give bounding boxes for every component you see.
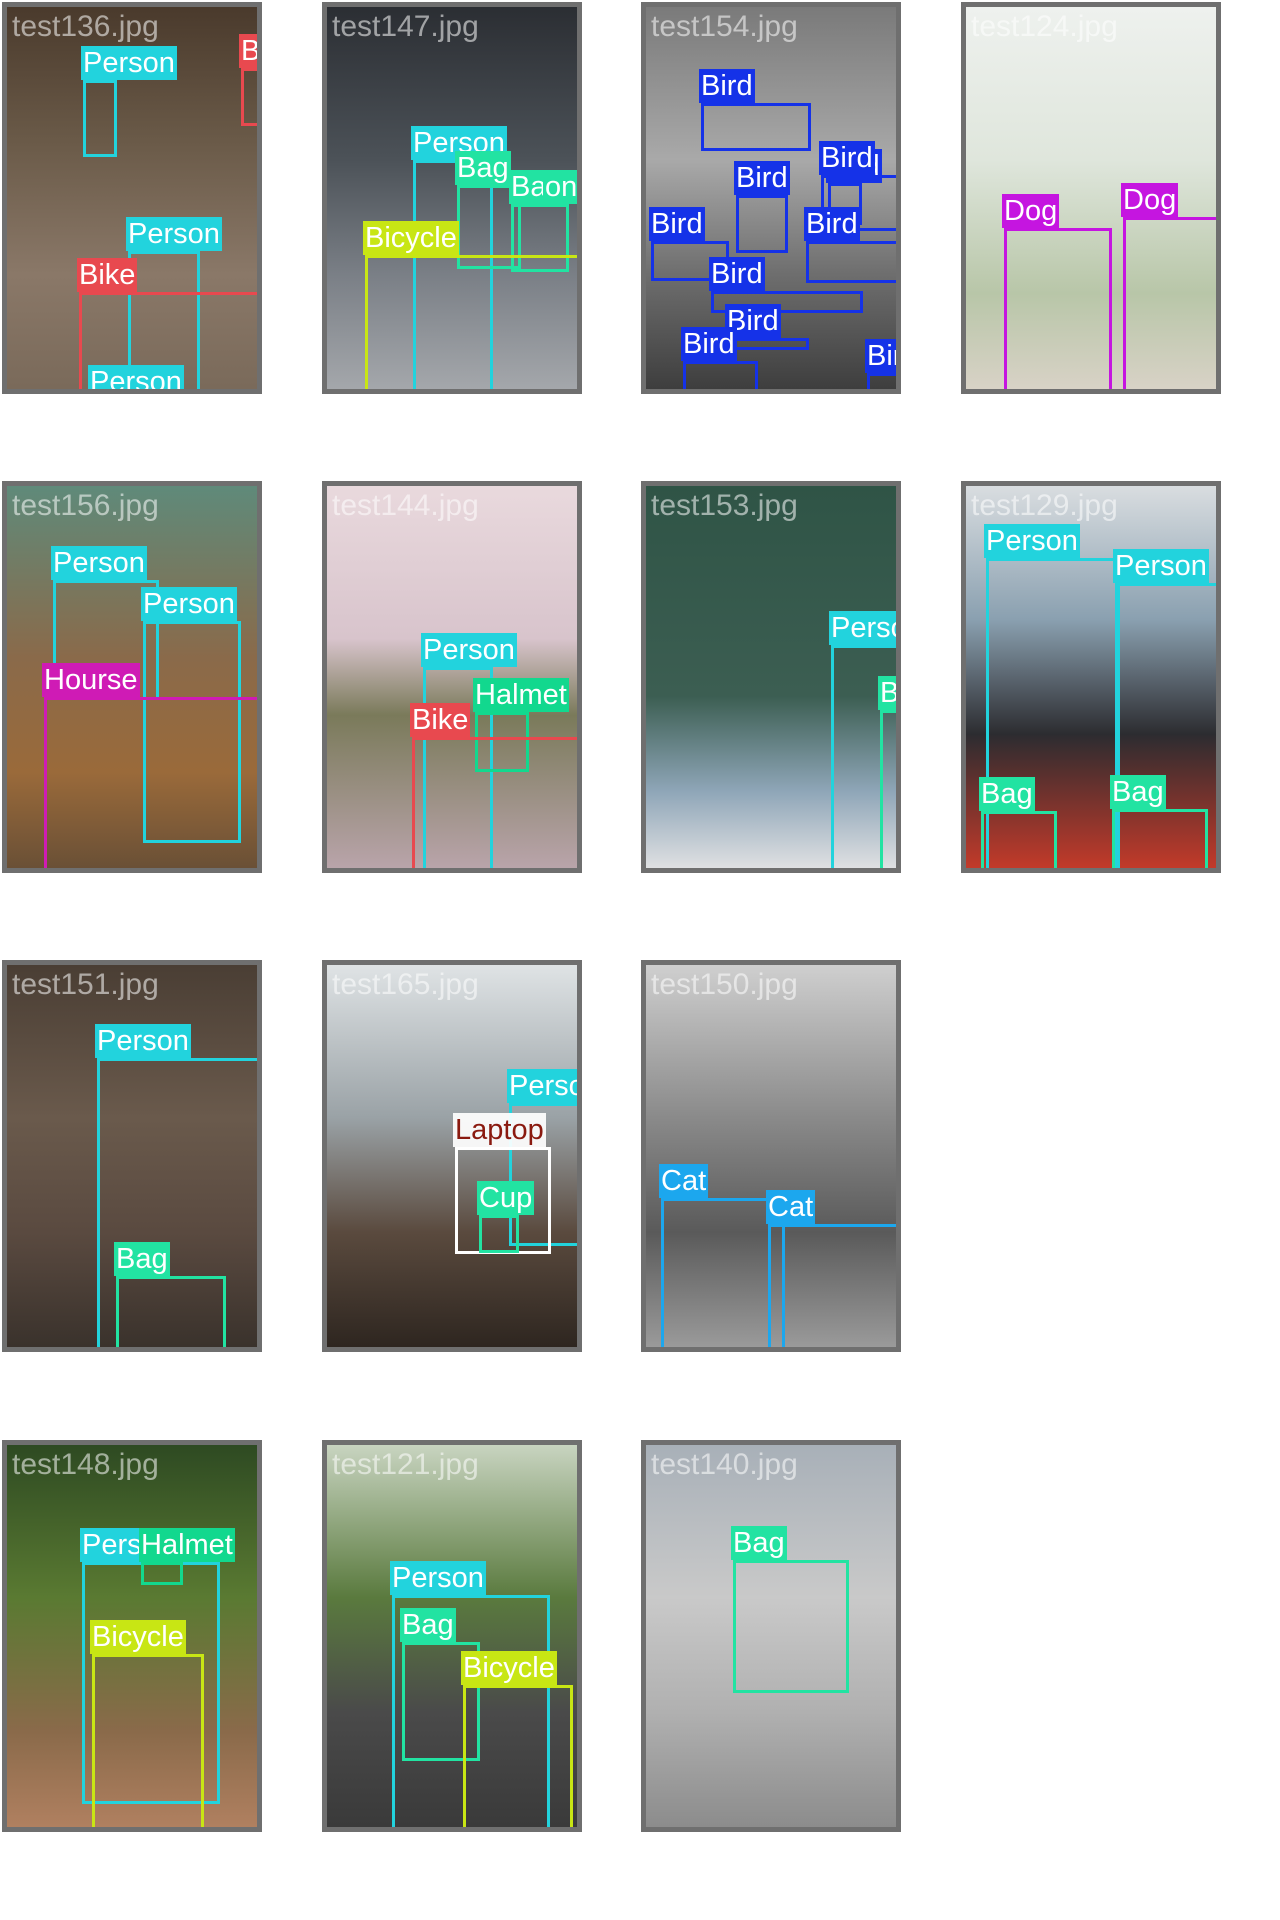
detection-label-halmet: Halmet [139,1528,235,1562]
bounding-box-cat [768,1224,896,1347]
bounding-box-bag [733,1560,849,1693]
detection-label-bird: Bird [804,207,860,241]
result-tile[interactable]: test151.jpg Person Bag [2,960,262,1352]
result-tile[interactable]: test156.jpg Person Person Hourse [2,481,262,873]
filename-label: test148.jpg [12,1448,159,1481]
detection-label-dog: Dog [1002,194,1060,228]
filename-label: test165.jpg [332,968,479,1001]
detection-label-laptop: Laptop [453,1113,546,1147]
bounding-box-bag [116,1276,226,1347]
detection-label-person: Person [829,611,896,645]
bounding-box-person [83,80,117,157]
detection-label-person: Person [421,633,517,667]
bounding-box-bag [1112,809,1208,868]
result-tile[interactable]: test154.jpg Bird Bird Bird Bird Bird Bird Bird B… [641,2,901,394]
bounding-box-bicycle [463,1685,573,1827]
bounding-box-bird [736,195,788,253]
detection-label-person: Person [984,524,1080,558]
bounding-box-bag [880,710,896,868]
detection-label-bike: Bike [239,34,257,68]
filename-label: test156.jpg [12,489,159,522]
filename-label: test129.jpg [971,489,1118,522]
detection-label-person: Person [507,1069,577,1103]
result-tile[interactable]: test129.jpg Person Person Bag Bag [961,481,1221,873]
bounding-box-bird [727,338,809,350]
detection-label-cup: Cup [477,1181,535,1215]
detection-label-bag: Bag [1110,775,1166,809]
detection-label-bag: Bag [878,676,896,710]
result-tile[interactable]: test144.jpg Person Halmet Bike [322,481,582,873]
detection-label-person: Person [95,1024,191,1058]
detection-label-hourse: Hourse [42,663,140,697]
result-tile[interactable]: test165.jpg Person Laptop Cup [322,960,582,1352]
filename-label: test151.jpg [12,968,159,1001]
detection-label-bag: Bag [731,1526,787,1560]
detection-label-bike: Bike [77,258,138,292]
detection-label-bag: Bag [114,1242,170,1276]
filename-label: test140.jpg [651,1448,798,1481]
bounding-box-cup [479,1215,519,1253]
bounding-box-bird [867,373,896,389]
detection-label-bag: Bag [400,1608,456,1642]
bounding-box-dog [1004,228,1112,389]
bounding-box-bird [683,361,758,389]
detection-label-bicycle: Bicycle [90,1620,186,1654]
result-tile[interactable]: test153.jpg Person Bag [641,481,901,873]
bounding-box-bag [981,811,1057,868]
detection-label-bird: Bird [681,327,737,361]
detection-label-person: Person [1113,549,1209,583]
filename-label: test144.jpg [332,489,479,522]
detection-label-bird: Bird [819,141,875,175]
detection-label-person: Person [141,587,237,621]
detection-label-bike: Bike [410,703,471,737]
detection-label-bird: Bird [709,257,765,291]
detection-label-person: Person [81,46,177,80]
filename-label: test153.jpg [651,489,798,522]
bounding-box-dog [1123,217,1216,389]
result-tile[interactable]: test136.jpgPersonBikePersonBikePerson [2,2,262,394]
filename-label: test154.jpg [651,10,798,43]
detection-label-dog: Dog [1121,183,1179,217]
detection-label-bird: Bird [699,69,755,103]
detection-label-bag: on [543,170,578,204]
detection-label-cat: Cat [766,1190,816,1224]
detection-label-bird: Bird [734,161,790,195]
result-tile[interactable]: test121.jpg Person Bag Bicycle [322,1440,582,1832]
result-tile[interactable]: test147.jpg Person Bag Bag on Bicycle [322,2,582,394]
filename-label: test136.jpg [12,10,159,43]
result-tile[interactable]: test140.jpg Bag [641,1440,901,1832]
detection-label-bird: Bird [649,207,705,241]
result-tile[interactable]: test148.jpg Person Halmet Bicycle [2,1440,262,1832]
detection-label-cat: Cat [659,1164,709,1198]
detection-label-bicycle: Bicycle [363,221,459,255]
bounding-box-bike [412,737,577,868]
result-tile[interactable]: test150.jpg Cat Cat [641,960,901,1352]
filename-label: test124.jpg [971,10,1118,43]
filename-label: test147.jpg [332,10,479,43]
detection-label-halmet: Halmet [473,678,569,712]
bounding-box-bicycle [92,1654,204,1827]
detection-label-person: Person [51,546,147,580]
detection-label-person: Person [88,365,184,389]
bounding-box-hourse [44,697,257,868]
detection-label-bicycle: Bicycle [461,1651,557,1685]
bounding-box-bike [241,68,257,126]
bounding-box-halmet [141,1562,183,1585]
detection-label-bag: Bag [979,777,1035,811]
bounding-box-bicycle [365,255,577,389]
detection-label-person: Person [390,1561,486,1595]
filename-label: test121.jpg [332,1448,479,1481]
bounding-box-bird [806,241,896,283]
filename-label: test150.jpg [651,968,798,1001]
result-tile[interactable]: test124.jpg Dog Dog [961,2,1221,394]
detection-label-bag: Bag [455,151,511,185]
detection-label-person: Person [126,217,222,251]
bounding-box-bird [701,103,811,151]
detection-label-bird: Bird [865,339,896,373]
